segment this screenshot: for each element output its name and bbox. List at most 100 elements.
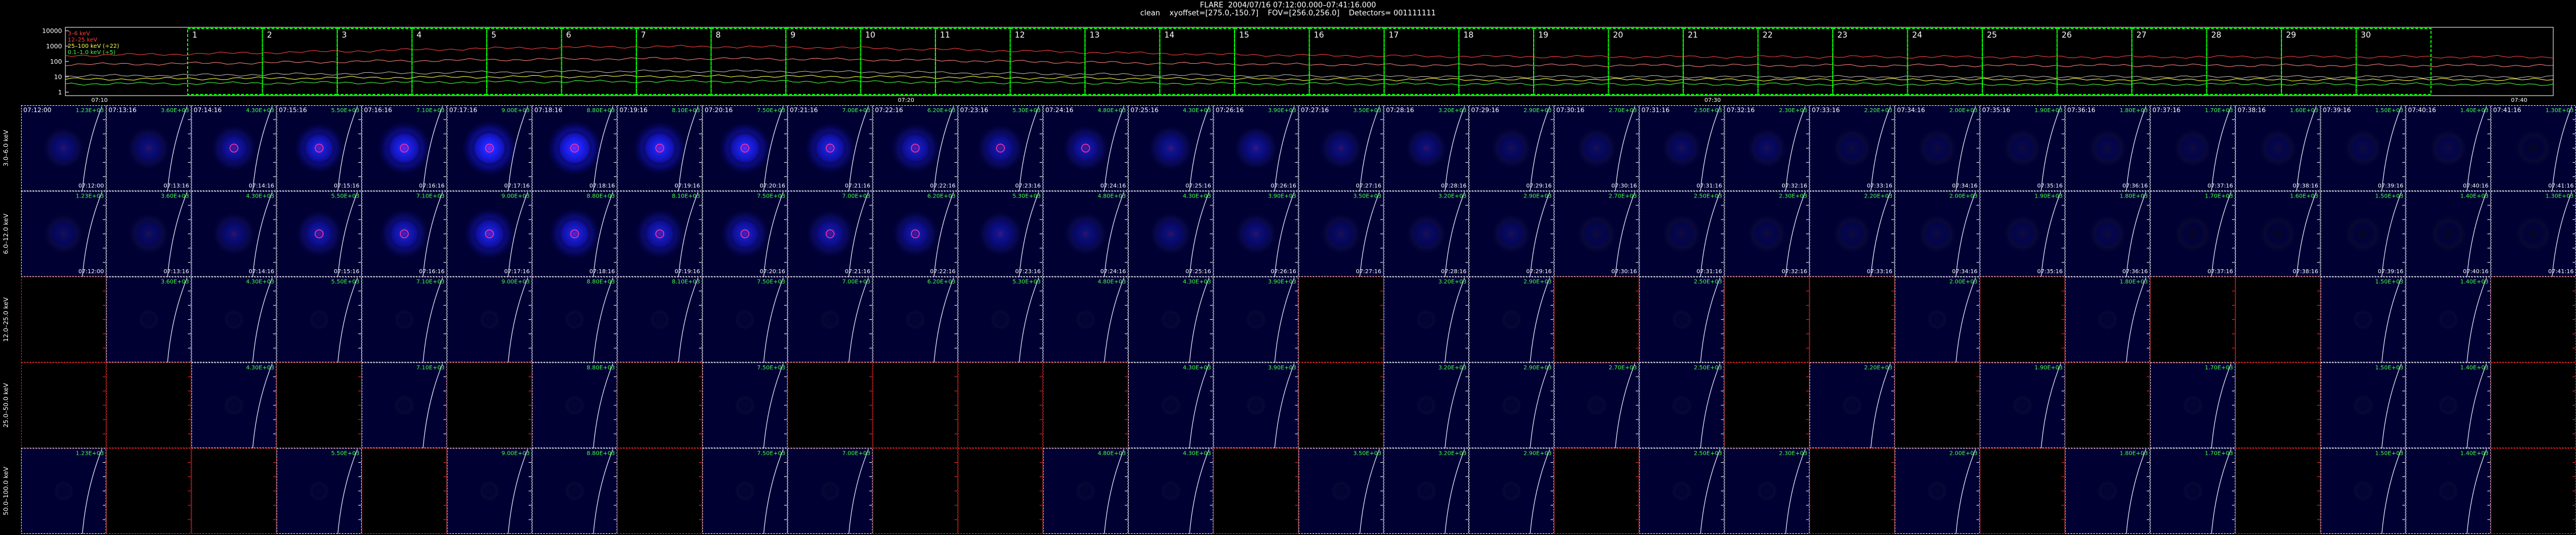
image-cell: 2.50E+03 [1639,448,1725,534]
time-end-label: 07:25:16 [1186,269,1211,275]
peak-label: 2.20E+03 [1864,108,1892,114]
image-cell: 7.50E+03 07:20:16 [702,191,788,277]
image-cell: 2.20E+03 [1809,362,1895,448]
peak-label: 2.50E+03 [1694,450,1722,456]
image-cell: 1.40E+03 [2405,448,2491,534]
image-cell: 6.20E+03 [872,277,958,363]
peak-label: 2.00E+03 [1949,279,1978,285]
time-start-label: 07:41:16 [2493,106,2521,114]
peak-label: 1.50E+03 [2375,194,2404,200]
image-cell: 3.50E+03 [1298,448,1384,534]
peak-label: 3.20E+03 [1438,450,1467,456]
source-glow [648,308,672,331]
cell-background [1809,448,1895,534]
image-cell: 2.50E+03 [1639,362,1725,448]
source-glow [1500,394,1523,417]
source-glow [545,118,604,178]
time-start-label: 07:40:16 [2408,106,2436,114]
time-start-label: 07:33:16 [1812,106,1840,114]
time-start-label: 07:27:16 [1301,106,1329,114]
time-start-label: 07:19:16 [619,106,647,114]
time-end-label: 07:26:16 [1271,269,1297,275]
source-glow [818,479,842,503]
source-glow [462,206,517,261]
time-end-label: 07:13:16 [164,269,189,275]
source-glow [734,308,757,331]
image-cell: 5.50E+03 07:15:16 07:15:16 [276,105,362,191]
peak-label: 2.30E+03 [1779,108,1807,114]
peak-label: 4.30E+03 [246,194,275,200]
peak-label: 9.00E+03 [502,279,530,285]
cell-background [276,362,362,448]
image-cell: 2.70E+03 [1554,362,1639,448]
image-cell: 4.80E+03 [1043,277,1128,363]
source-glow [2351,308,2375,331]
source-glow [1840,394,1863,417]
source-glow [1832,213,1873,254]
peak-label: 5.50E+03 [331,279,359,285]
peak-label: 8.10E+03 [672,194,700,200]
time-start-label: 07:37:16 [2152,106,2180,114]
peak-label: 3.50E+03 [1353,450,1382,456]
image-cell: 2.90E+03 07:29:16 07:29:16 [1469,105,1554,191]
peak-label: 7.00E+03 [842,108,871,114]
time-end-label: 07:14:16 [249,269,274,275]
peak-label: 5.50E+03 [331,450,359,456]
source-glow [904,308,927,331]
source-glow [2011,394,2034,417]
image-cell: 8.80E+03 [532,448,618,534]
image-cell [2065,362,2151,448]
image-cell: 4.30E+03 07:14:16 [191,191,277,277]
source-glow [52,479,75,503]
peak-label: 2.70E+03 [1609,194,1637,200]
peak-label: 4.30E+03 [246,108,275,114]
image-cell: 1.40E+03 07:40:16 07:40:16 [2405,105,2491,191]
peak-label: 1.80E+03 [2119,194,2148,200]
image-cell: 1.80E+03 [2065,277,2151,363]
time-end-label: 07:25:16 [1186,183,1211,190]
source-glow [308,308,331,331]
time-end-label: 07:17:16 [504,269,530,275]
image-cell: 1.80E+03 07:36:16 07:36:16 [2065,105,2151,191]
source-glow [818,308,842,331]
image-cell: 4.30E+03 [191,362,277,448]
cell-background [872,362,958,448]
image-cell [958,448,1043,534]
peak-label: 8.10E+03 [672,279,700,285]
time-start-label: 07:17:16 [449,106,477,114]
source-glow [126,125,172,171]
time-start-label: 07:35:16 [1982,106,2010,114]
cell-background [1298,362,1384,448]
image-cell [106,448,192,534]
source-glow [563,308,586,331]
image-cell: 9.00E+03 [446,448,532,534]
cell-background [1894,362,1980,448]
image-cell: 7.00E+03 07:21:16 [787,191,873,277]
time-end-label: 07:28:16 [1441,269,1467,275]
source-glow [1746,127,1788,170]
time-end-label: 07:34:16 [1952,183,1978,190]
image-cell: 8.80E+03 07:18:16 07:18:16 [532,105,618,191]
peak-label: 1.80E+03 [2119,450,2148,456]
peak-label: 8.10E+03 [672,108,700,114]
source-glow [1670,308,1693,331]
time-end-label: 07:19:16 [674,269,700,275]
peak-label: 1.40E+03 [2461,108,2489,114]
peak-label: 1.40E+03 [2461,194,2489,200]
peak-label: 2.90E+03 [1523,365,1552,371]
source-glow [2181,394,2205,417]
source-glow [1232,125,1279,172]
time-end-label: 07:19:16 [674,183,700,190]
peak-label: 7.50E+03 [757,108,785,114]
cell-background [1979,448,2065,534]
source-glow [2513,128,2553,168]
image-cell [1724,277,1810,363]
peak-label: 5.30E+03 [1013,194,1041,200]
image-cell [1979,448,2065,534]
source-glow [631,119,689,177]
peak-label: 2.90E+03 [1523,279,1552,285]
cell-background [21,362,106,448]
image-cell: 3.90E+03 07:26:16 [1213,191,1299,277]
time-end-label: 07:21:16 [845,269,871,275]
source-glow [802,121,858,176]
